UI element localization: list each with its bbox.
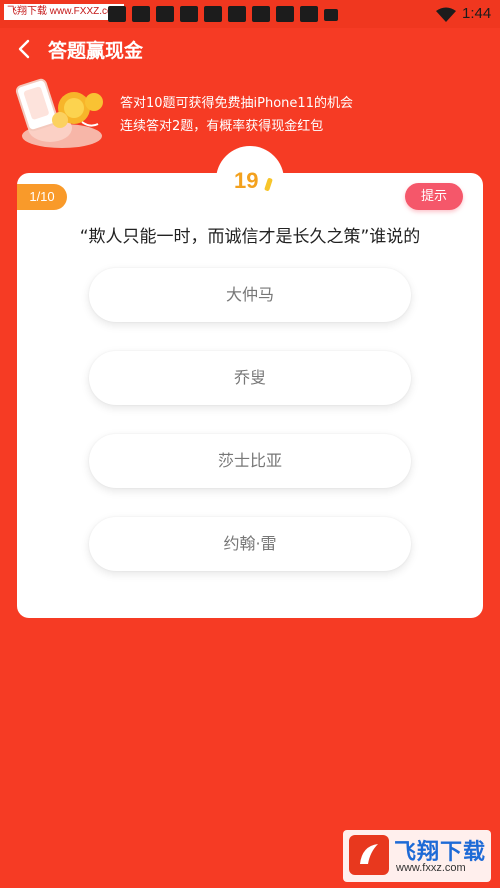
answer-option-2[interactable]: 乔叟 [89, 351, 411, 405]
promo-text-line-1: 答对10题可获得免费抽iPhone11的机会 [120, 96, 353, 111]
reward-illustration [15, 78, 103, 148]
notification-icon [180, 6, 198, 22]
notification-icons [108, 6, 338, 22]
page-title: 答题赢现金 [48, 40, 144, 62]
answer-option-3[interactable]: 莎士比亚 [89, 434, 411, 488]
progress-badge: 1/10 [17, 184, 67, 210]
notification-icon [228, 6, 246, 22]
promo-text-line-2: 连续答对2题，有概率获得现金红包 [120, 119, 324, 134]
watermark-url: www.fxxz.com [396, 862, 466, 874]
countdown-timer: 19 [234, 168, 259, 193]
notification-icon [156, 6, 174, 22]
watermark-banner: 飞翔下载 www.FXXZ.com [4, 4, 124, 20]
notification-icon [300, 6, 318, 22]
notification-icon [324, 9, 338, 21]
watermark-logo-icon [349, 835, 389, 875]
notification-icon [252, 6, 270, 22]
notification-icon [132, 6, 150, 22]
hint-button[interactable]: 提示 [405, 183, 463, 210]
answer-option-4[interactable]: 约翰·雷 [89, 517, 411, 571]
notification-icon [108, 6, 126, 22]
answer-option-1[interactable]: 大仲马 [89, 268, 411, 322]
wifi-icon [436, 7, 456, 22]
status-time: 1:44 [462, 5, 492, 22]
notification-icon [276, 6, 294, 22]
question-text: “欺人只能一时，而诚信才是长久之策”谁说的 [79, 227, 421, 247]
notification-icon [204, 6, 222, 22]
back-arrow-icon[interactable] [14, 38, 36, 60]
